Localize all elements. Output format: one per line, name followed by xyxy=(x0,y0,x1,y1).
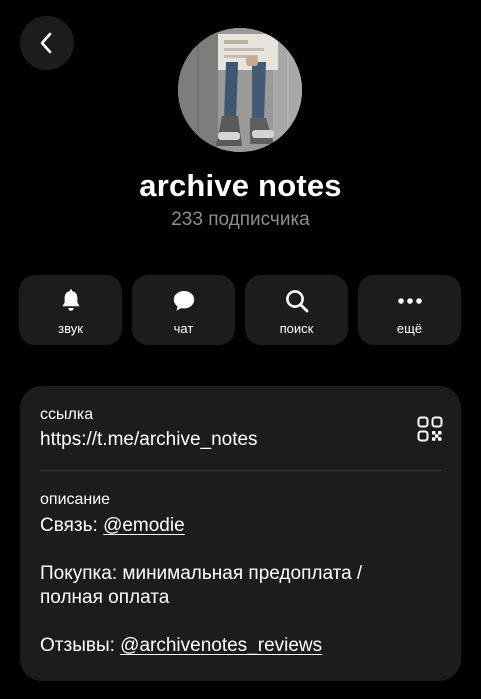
channel-avatar[interactable] xyxy=(178,28,302,152)
purchase-line-1: Покупка: минимальная предоплата / xyxy=(40,563,363,584)
chat-button-label: чат xyxy=(173,321,194,336)
channel-info-card: ссылка https://t.me/archive_notes описан… xyxy=(20,386,461,681)
more-button[interactable]: ещё xyxy=(358,275,461,345)
more-button-label: ещё xyxy=(396,321,423,336)
bell-icon xyxy=(57,287,85,315)
divider xyxy=(40,470,441,471)
contact-prefix: Связь: xyxy=(40,515,104,536)
channel-title: archive notes xyxy=(139,168,342,203)
description-label: описание xyxy=(40,491,111,508)
purchase-line-2: полная оплата xyxy=(40,587,170,608)
subscriber-count: 233 подписчика xyxy=(171,209,310,230)
back-button[interactable] xyxy=(20,16,74,70)
sound-button[interactable]: звук xyxy=(19,275,122,345)
search-icon xyxy=(283,287,311,315)
search-button-label: поиск xyxy=(279,321,314,336)
contact-line: Связь: @emodie xyxy=(40,514,440,538)
chat-bubble-icon xyxy=(170,287,198,315)
channel-description: Связь: @emodie Покупка: минимальная пред… xyxy=(40,514,440,658)
link-label: ссылка xyxy=(40,406,94,423)
channel-link[interactable]: https://t.me/archive_notes xyxy=(40,429,258,451)
more-dots-icon xyxy=(396,287,424,315)
reviews-prefix: Отзывы: xyxy=(40,635,121,656)
qr-code-button[interactable] xyxy=(417,416,443,442)
qr-code-icon xyxy=(417,416,443,442)
action-bar: звук чат поиск ещё xyxy=(19,275,461,345)
reviews-mention-link[interactable]: @archivenotes_reviews xyxy=(120,635,322,656)
chevron-left-icon xyxy=(40,32,52,54)
avatar-photo xyxy=(178,28,302,152)
reviews-line: Отзывы: @archivenotes_reviews xyxy=(40,634,440,658)
search-button[interactable]: поиск xyxy=(245,275,348,345)
sound-button-label: звук xyxy=(58,321,83,336)
contact-mention-link[interactable]: @emodie xyxy=(103,515,185,536)
chat-button[interactable]: чат xyxy=(132,275,235,345)
